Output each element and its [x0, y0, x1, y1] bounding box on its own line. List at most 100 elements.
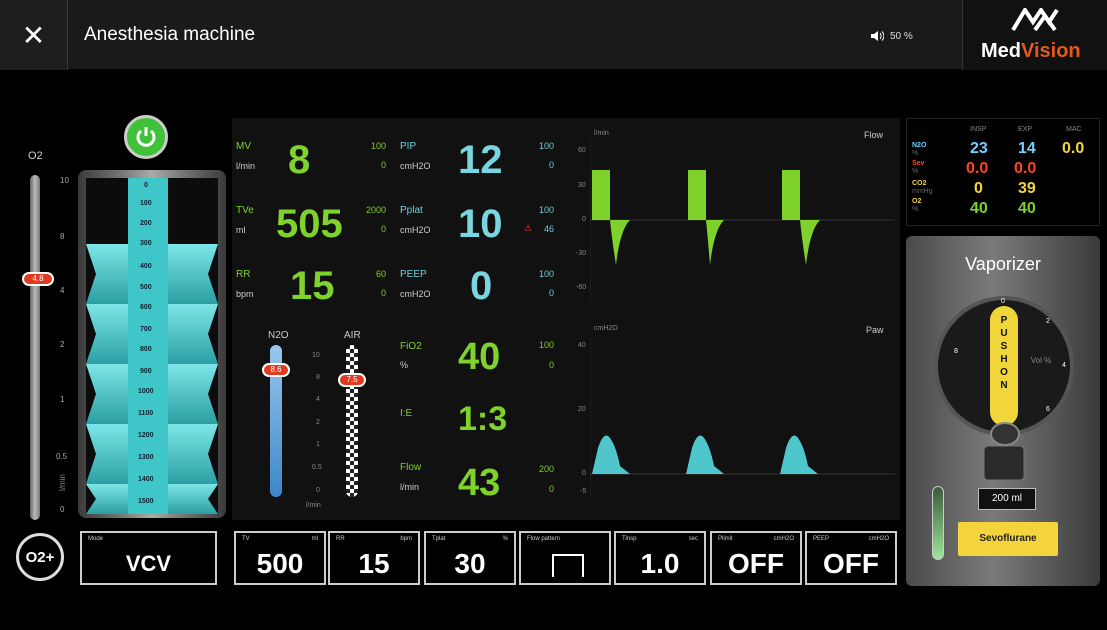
- o2-tick: 10: [60, 176, 69, 185]
- gas-tick: 0.5: [312, 464, 322, 471]
- plimit-setting[interactable]: Plimit cmH2O OFF: [710, 531, 802, 585]
- flow-pattern-setting[interactable]: Flow pattern: [519, 531, 611, 585]
- gas-row-label: CO2: [912, 180, 927, 187]
- flow-low-limit: 0: [548, 484, 554, 494]
- peep-setting[interactable]: PEEP cmH2O OFF: [805, 531, 897, 585]
- flow-pattern-label: Flow pattern: [527, 536, 561, 542]
- pip-label: PIP: [400, 141, 417, 152]
- flow-value: 43: [458, 462, 501, 504]
- o2-tick: 4: [60, 286, 65, 295]
- vaporizer-fill-port: [983, 446, 1025, 480]
- pip-low-limit: 0: [548, 160, 554, 170]
- pplat-label: Pplat: [400, 205, 423, 216]
- tv-label: TV: [242, 536, 250, 542]
- power-button[interactable]: [124, 115, 168, 159]
- logo-mark-icon: [1011, 8, 1059, 32]
- tplat-setting[interactable]: Tplat % 30: [424, 531, 516, 585]
- dial-tick: 6: [1046, 406, 1050, 413]
- vaporizer-level-gauge: [932, 486, 944, 560]
- tinsp-unit: sec: [688, 536, 698, 542]
- peep-low-limit: 0: [548, 288, 554, 298]
- vaporizer-agent[interactable]: Sevoflurane: [958, 522, 1058, 556]
- mac-value: 0.0: [1062, 140, 1085, 157]
- tve-low-limit: 0: [380, 224, 386, 234]
- tinsp-value: 1.0: [640, 548, 680, 579]
- gas-tick: 4: [316, 396, 320, 403]
- o2-insp: 40: [970, 200, 988, 217]
- o2-flow-slider-track[interactable]: [30, 175, 40, 520]
- peep-value: 0: [470, 264, 493, 308]
- vaporizer-fill-volume: 200 ml: [978, 488, 1036, 510]
- o2-flush-button[interactable]: O2+: [16, 533, 64, 581]
- rr-setting-unit: bpm: [400, 536, 412, 542]
- peep-setting-value: OFF: [823, 548, 879, 579]
- mode-value: VCV: [125, 551, 172, 576]
- push-on-label: PUSHON: [1000, 315, 1008, 391]
- n2o-slider-thumb[interactable]: 8.6: [262, 363, 290, 377]
- gas-row-label: O2: [912, 198, 922, 205]
- vaporizer-title: Vaporizer: [965, 254, 1041, 274]
- tv-value: 500: [256, 548, 304, 579]
- ie-label: I:E: [400, 408, 413, 419]
- flow-tick: -30: [576, 250, 587, 257]
- gas-header-insp: INSP: [970, 126, 987, 133]
- paw-tick: 40: [578, 342, 586, 349]
- bellows-ticks: 0 100 200 300 400 500 600 700 800 900 10…: [138, 182, 154, 505]
- air-slider-thumb[interactable]: 7.5: [338, 373, 366, 387]
- tve-unit: ml: [236, 225, 246, 235]
- air-label: AIR: [344, 330, 361, 341]
- fio2-low-limit: 0: [548, 360, 554, 370]
- push-on-button[interactable]: PUSHON: [990, 306, 1018, 426]
- gas-unit: l/min: [306, 502, 321, 509]
- volume-control[interactable]: 50 %: [870, 30, 913, 42]
- rr-low-limit: 0: [380, 288, 386, 298]
- fio2-unit: %: [400, 360, 409, 370]
- mode-label: Mode: [88, 536, 104, 542]
- flow-label: Flow: [400, 462, 422, 473]
- pplat-low-limit: 46: [543, 224, 554, 234]
- pplat-unit: cmH2O: [400, 225, 431, 235]
- tve-label: TVe: [236, 205, 254, 216]
- flow-tick: 30: [578, 182, 586, 189]
- gas-tick: 8: [316, 374, 320, 381]
- o2-flow-slider-thumb[interactable]: 4.8: [22, 272, 54, 286]
- flow-high-limit: 200: [538, 464, 554, 474]
- tplat-label: Tplat: [432, 536, 446, 542]
- gas-row-sub: %: [912, 206, 919, 213]
- rr-setting-value: 15: [358, 548, 390, 579]
- flow-graph-unit: l/min: [594, 130, 609, 137]
- close-button[interactable]: ✕: [0, 0, 68, 70]
- pplat-high-limit: 100: [538, 205, 554, 215]
- o2-tick: 2: [60, 340, 65, 349]
- rr-setting[interactable]: RR bpm 15: [328, 531, 420, 585]
- tv-unit: ml: [311, 536, 318, 542]
- logo-text: MedVision: [981, 40, 1081, 62]
- n2o-exp: 14: [1018, 140, 1036, 157]
- gas-tick: 0: [316, 487, 320, 494]
- air-slider-track[interactable]: [346, 345, 358, 497]
- o2-unit: l/min: [57, 474, 67, 491]
- o2-flow-label: O2: [28, 150, 43, 162]
- sev-exp: 0.0: [1014, 160, 1037, 177]
- tplat-value: 30: [454, 548, 486, 579]
- gas-row-sub: %: [912, 168, 919, 175]
- mode-setting[interactable]: Mode VCV: [80, 531, 217, 585]
- gas-monitor-table: [906, 118, 1100, 226]
- paw-graph-unit: cmH2O: [594, 325, 618, 332]
- sev-insp: 0.0: [966, 160, 989, 177]
- paw-tick: 20: [578, 406, 586, 413]
- tplat-unit: %: [502, 536, 508, 542]
- mv-value: 8: [288, 138, 311, 182]
- fio2-label: FiO2: [400, 341, 422, 352]
- fio2-value: 40: [458, 336, 501, 378]
- dial-tick: 2: [1046, 318, 1050, 325]
- dial-tick: 0: [1001, 298, 1005, 305]
- power-icon: [136, 127, 156, 147]
- peep-setting-unit: cmH2O: [868, 536, 889, 542]
- close-icon: ✕: [21, 19, 46, 51]
- tv-setting[interactable]: TV ml 500: [234, 531, 326, 585]
- gas-row-label: N2O: [912, 142, 927, 149]
- tinsp-setting[interactable]: Tinsp sec 1.0: [614, 531, 706, 585]
- tve-high-limit: 2000: [365, 205, 386, 215]
- gas-row-sub: %: [912, 150, 919, 157]
